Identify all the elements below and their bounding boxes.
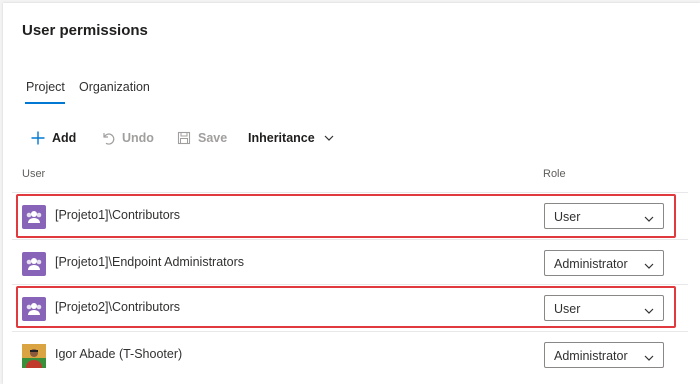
column-header-role: Role: [543, 168, 566, 180]
group-icon: [22, 205, 46, 229]
tab-organization[interactable]: Organization: [79, 80, 150, 94]
plus-icon: [30, 130, 46, 146]
table-row: [Projeto1]\Contributors User: [12, 192, 688, 239]
role-value: User: [554, 210, 581, 224]
table-row: [Projeto2]\Contributors User: [12, 284, 688, 331]
undo-icon: [100, 130, 116, 146]
add-button-label: Add: [52, 131, 77, 145]
save-icon: [176, 130, 192, 146]
save-button[interactable]: Save: [176, 128, 227, 148]
chevron-down-icon: [643, 259, 655, 277]
inheritance-label: Inheritance: [248, 131, 315, 145]
undo-button-label: Undo: [122, 131, 154, 145]
user-name: [Projeto1]\Endpoint Administrators: [55, 255, 244, 269]
chevron-down-icon: [643, 351, 655, 369]
role-dropdown[interactable]: Administrator: [544, 342, 664, 368]
user-name: [Projeto1]\Contributors: [55, 208, 181, 222]
role-value: User: [554, 302, 581, 316]
group-icon: [22, 297, 46, 321]
user-name: Igor Abade (T-Shooter): [55, 347, 183, 361]
user-photo: [22, 344, 46, 368]
group-icon: [22, 252, 46, 276]
tab-selected-indicator: [25, 102, 65, 104]
user-name: [Projeto2]\Contributors: [55, 300, 181, 314]
chevron-down-icon: [323, 132, 335, 144]
chevron-down-icon: [643, 304, 655, 322]
save-button-label: Save: [198, 131, 228, 145]
page-title: User permissions: [22, 22, 148, 39]
chevron-down-icon: [643, 212, 655, 230]
column-header-user: User: [22, 168, 46, 180]
role-dropdown[interactable]: User: [544, 295, 664, 321]
tab-project[interactable]: Project: [26, 80, 65, 94]
role-value: Administrator: [554, 349, 628, 363]
inheritance-dropdown[interactable]: Inheritance: [248, 128, 335, 148]
add-button[interactable]: Add: [30, 128, 76, 148]
table-row: Igor Abade (T-Shooter) Administrator: [12, 331, 688, 378]
role-dropdown[interactable]: Administrator: [544, 250, 664, 276]
table-row: [Projeto1]\Endpoint Administrators Admin…: [12, 239, 688, 286]
undo-button[interactable]: Undo: [100, 128, 154, 148]
role-dropdown[interactable]: User: [544, 203, 664, 229]
role-value: Administrator: [554, 257, 628, 271]
